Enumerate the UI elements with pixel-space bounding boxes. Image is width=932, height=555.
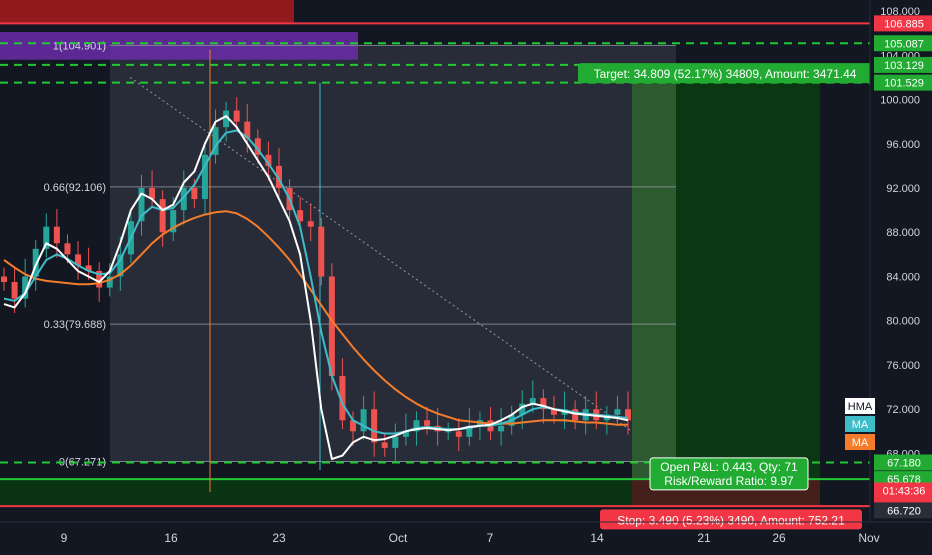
x-tick-0: 9 xyxy=(61,531,68,545)
legend-label-1: MA xyxy=(852,419,869,431)
candle-body xyxy=(381,442,388,448)
y-tick-8: 76.000 xyxy=(886,360,920,372)
fib-label-1: 0.66(92.106) xyxy=(44,182,106,194)
candle-body xyxy=(455,431,462,437)
price-tag-label-4: 67.180 xyxy=(887,458,921,470)
fib-label-0: 1(104.901) xyxy=(53,40,106,52)
candle-body xyxy=(1,276,7,283)
x-tick-6: 21 xyxy=(697,531,711,545)
candle-body xyxy=(424,420,431,426)
candle-body xyxy=(498,425,505,432)
price-tag-label-2: 103.129 xyxy=(884,60,924,72)
price-tag-label-0: 106.885 xyxy=(884,18,924,30)
y-tick-9: 72.000 xyxy=(886,404,920,416)
candle-body xyxy=(191,188,198,200)
x-tick-5: 14 xyxy=(590,531,604,545)
legend-label-2: MA xyxy=(852,437,869,449)
price-tag-label-1: 105.087 xyxy=(884,38,924,50)
target-zone-active xyxy=(632,82,676,480)
candle-body xyxy=(307,221,314,227)
legend-label-0: HMA xyxy=(848,401,873,413)
candle-body xyxy=(371,409,378,443)
price-tag-label-8: 66.720 xyxy=(887,505,921,517)
candle-body xyxy=(392,436,399,448)
candle-body xyxy=(159,199,166,233)
y-tick-7: 80.000 xyxy=(886,316,920,328)
y-tick-3: 96.000 xyxy=(886,139,920,151)
trading-chart[interactable]: 1(104.901) 0.66(92.106) 0.33(79.688) 0(67.2… xyxy=(0,0,932,550)
x-tick-8: Nov xyxy=(858,531,879,545)
target-label: Target: 34.809 (52.17%) 34809, Amount: 3… xyxy=(594,67,857,81)
candle-body xyxy=(318,226,325,277)
risk-reward-label: Risk/Reward Ratio: 9.97 xyxy=(664,474,794,488)
x-tick-2: 23 xyxy=(272,531,286,545)
price-tag-label-3: 101.529 xyxy=(884,78,924,90)
open-pnl-label: Open P&L: 0.443, Qty: 71 xyxy=(660,460,798,474)
stop-label: Stop: 3.490 (5.23%) 3490, Amount: 752.21 xyxy=(617,513,845,527)
fib-label-2: 0.33(79.688) xyxy=(44,319,106,331)
chart-svg[interactable]: 1(104.901)0.66(92.106)0.33(79.688)0(67.2… xyxy=(0,0,932,550)
y-tick-5: 88.000 xyxy=(886,227,920,239)
y-tick-6: 84.000 xyxy=(886,271,920,283)
y-tick-4: 92.000 xyxy=(886,183,920,195)
x-tick-7: 26 xyxy=(772,531,786,545)
y-tick-2: 100.000 xyxy=(880,95,920,107)
candle-body xyxy=(445,431,452,433)
x-tick-4: 7 xyxy=(487,531,494,545)
candle-body xyxy=(64,243,71,255)
x-tick-1: 16 xyxy=(164,531,178,545)
red-band xyxy=(0,0,294,24)
candle-body xyxy=(53,226,60,244)
fib-range-box xyxy=(110,45,676,462)
x-tick-3: Oct xyxy=(389,531,408,545)
candle-body xyxy=(614,409,621,415)
candle-body xyxy=(11,282,18,299)
price-tag-label-6: 01:43:36 xyxy=(883,485,926,497)
candle-body xyxy=(233,110,240,122)
candle-body xyxy=(328,276,335,377)
